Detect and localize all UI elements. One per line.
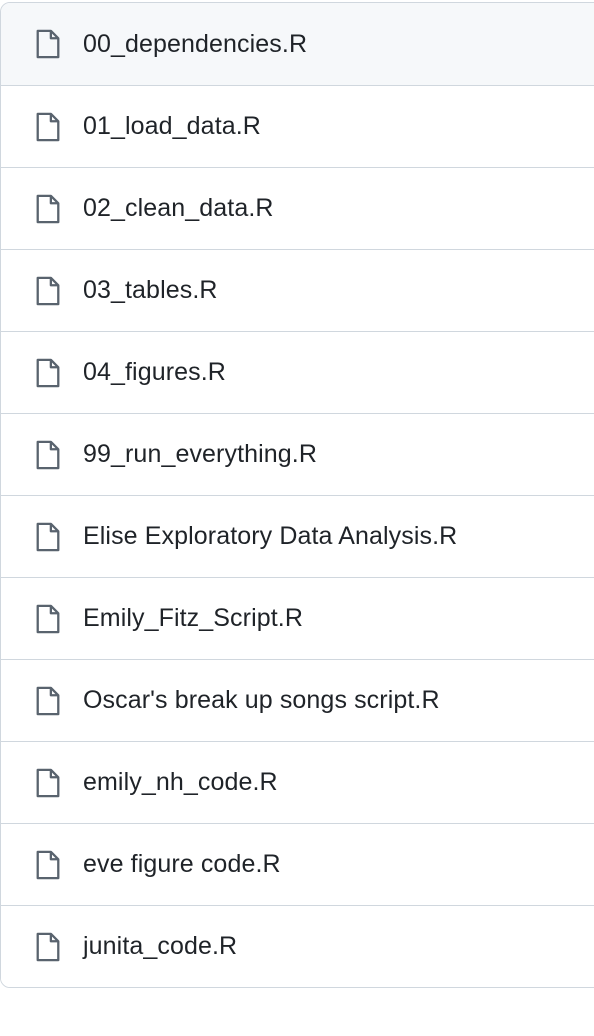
file-icon — [33, 849, 63, 881]
file-row-eve-figure-code[interactable]: eve figure code.R — [1, 823, 594, 905]
file-name[interactable]: 00_dependencies.R — [83, 30, 307, 59]
file-icon — [33, 931, 63, 963]
file-name[interactable]: 03_tables.R — [83, 276, 218, 305]
file-name[interactable]: Emily_Fitz_Script.R — [83, 604, 303, 633]
file-row-01-load-data[interactable]: 01_load_data.R — [1, 85, 594, 167]
file-name[interactable]: 04_figures.R — [83, 358, 226, 387]
file-name[interactable]: emily_nh_code.R — [83, 768, 278, 797]
file-name[interactable]: 02_clean_data.R — [83, 194, 274, 223]
file-icon — [33, 28, 63, 60]
file-row-03-tables[interactable]: 03_tables.R — [1, 249, 594, 331]
file-row-02-clean-data[interactable]: 02_clean_data.R — [1, 167, 594, 249]
file-icon — [33, 685, 63, 717]
file-name[interactable]: eve figure code.R — [83, 850, 281, 879]
file-icon — [33, 275, 63, 307]
file-row-oscar-break-up-songs[interactable]: Oscar's break up songs script.R — [1, 659, 594, 741]
file-icon — [33, 767, 63, 799]
file-icon — [33, 439, 63, 471]
file-row-junita-code[interactable]: junita_code.R — [1, 905, 594, 987]
file-name[interactable]: Elise Exploratory Data Analysis.R — [83, 522, 457, 551]
file-list: 00_dependencies.R 01_load_data.R 02_clea… — [0, 2, 594, 988]
file-icon — [33, 193, 63, 225]
file-icon — [33, 111, 63, 143]
file-row-00-dependencies[interactable]: 00_dependencies.R — [1, 3, 594, 85]
file-icon — [33, 603, 63, 635]
file-name[interactable]: 01_load_data.R — [83, 112, 261, 141]
file-name[interactable]: 99_run_everything.R — [83, 440, 317, 469]
file-icon — [33, 357, 63, 389]
file-row-99-run-everything[interactable]: 99_run_everything.R — [1, 413, 594, 495]
file-row-04-figures[interactable]: 04_figures.R — [1, 331, 594, 413]
file-name[interactable]: Oscar's break up songs script.R — [83, 686, 440, 715]
file-row-emily-nh-code[interactable]: emily_nh_code.R — [1, 741, 594, 823]
file-row-emily-fitz-script[interactable]: Emily_Fitz_Script.R — [1, 577, 594, 659]
file-icon — [33, 521, 63, 553]
file-row-elise-eda[interactable]: Elise Exploratory Data Analysis.R — [1, 495, 594, 577]
file-name[interactable]: junita_code.R — [83, 932, 237, 961]
